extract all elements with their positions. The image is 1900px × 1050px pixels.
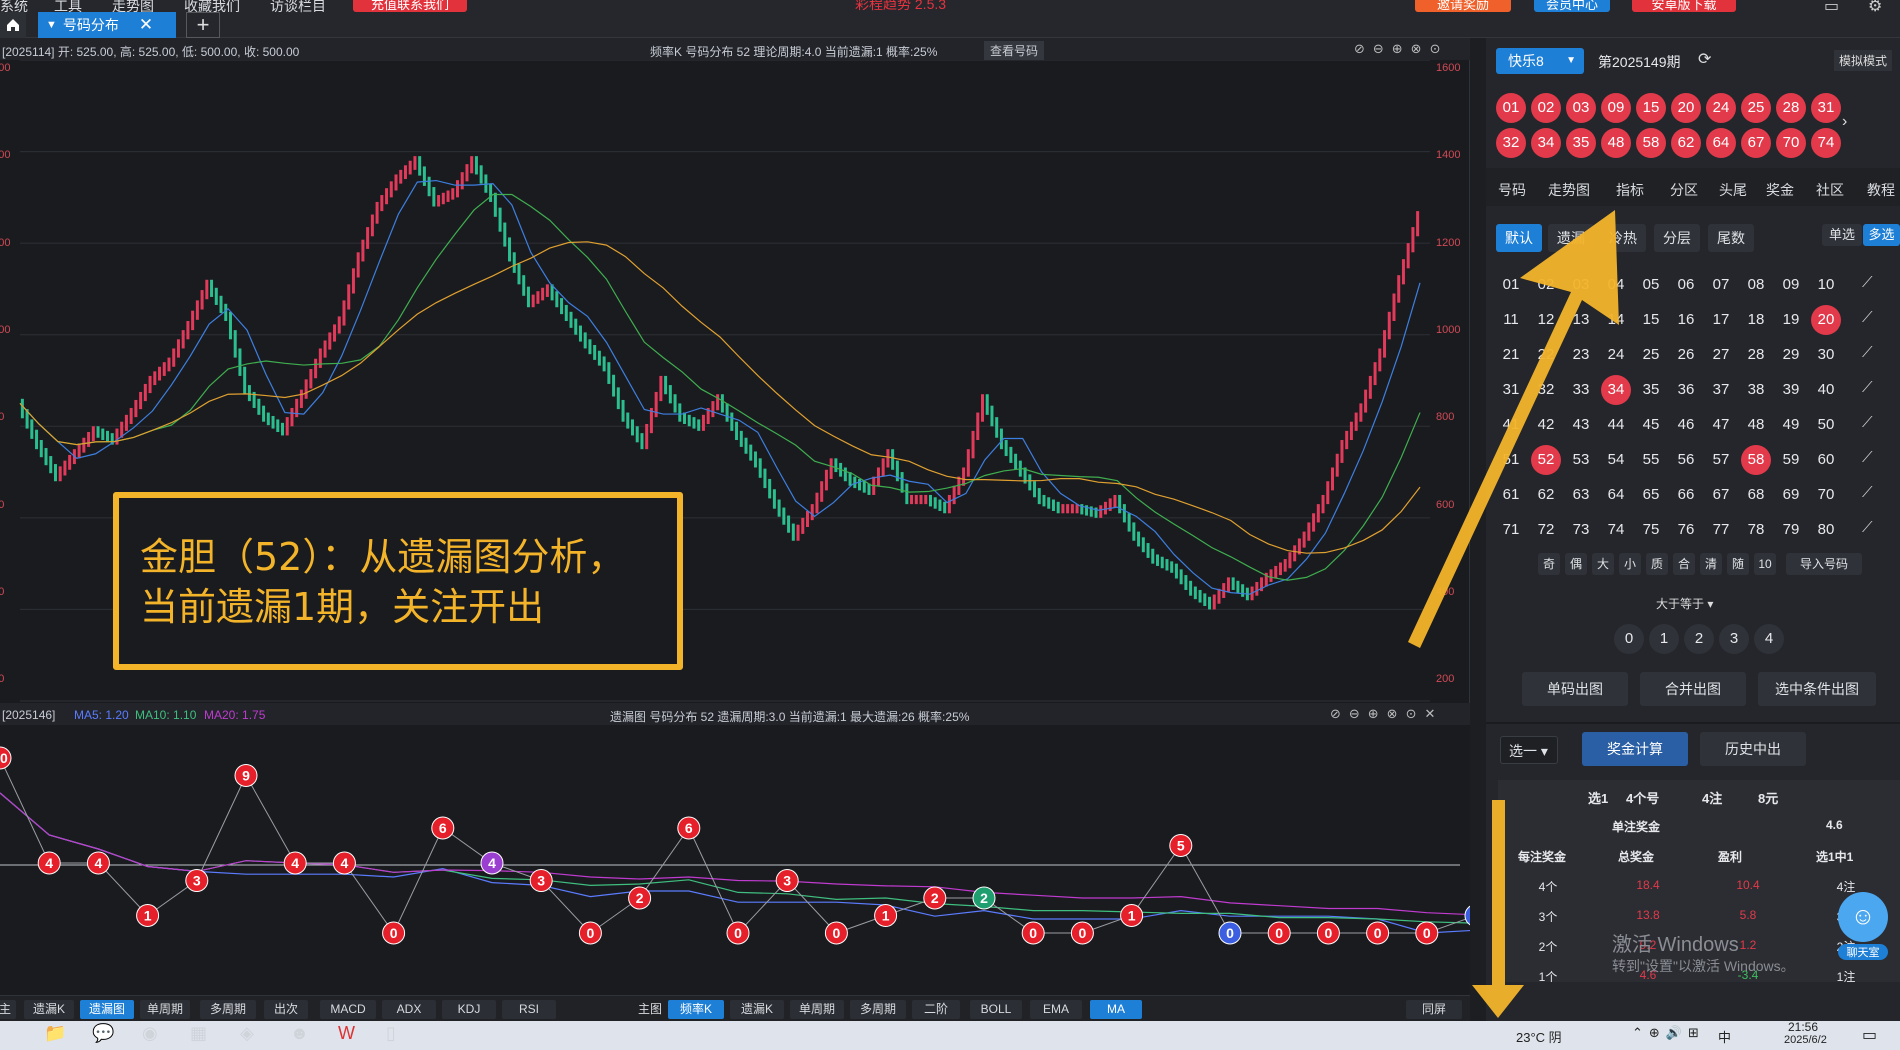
notification-icon[interactable]: ▭ bbox=[1862, 1025, 1877, 1045]
arrow-up-right bbox=[1408, 210, 1619, 648]
wps-icon[interactable]: W bbox=[338, 1023, 355, 1044]
app-icon[interactable]: ▦ bbox=[190, 1023, 207, 1044]
weather-text[interactable]: 23°C 阴 bbox=[1516, 1027, 1562, 1046]
qq-icon[interactable]: ☻ bbox=[290, 1023, 309, 1044]
ime-indicator[interactable]: 中 bbox=[1718, 1027, 1731, 1046]
tray-icons[interactable]: ⌃⊕🔊⊞ bbox=[1632, 1025, 1705, 1041]
clock-date[interactable]: 2025/6/2 bbox=[1784, 1034, 1827, 1046]
wechat-icon[interactable]: 💬 bbox=[92, 1023, 114, 1044]
clock-time[interactable]: 21:56 bbox=[1788, 1020, 1818, 1034]
windows-taskbar: 📁 💬 ◉ ▦ ◈ ☻ W ▯ 23°C 阴 ⌃⊕🔊⊞ 中 21:56 2025… bbox=[0, 1020, 1900, 1050]
lottery-app-icon[interactable]: ◈ bbox=[240, 1023, 254, 1044]
chrome-icon[interactable]: ◉ bbox=[142, 1023, 158, 1044]
folder-icon[interactable]: 📁 bbox=[44, 1023, 66, 1044]
doc-icon[interactable]: ▯ bbox=[386, 1023, 396, 1044]
arrow-down bbox=[1472, 800, 1524, 1018]
arrow-overlay bbox=[1408, 210, 1619, 1018]
